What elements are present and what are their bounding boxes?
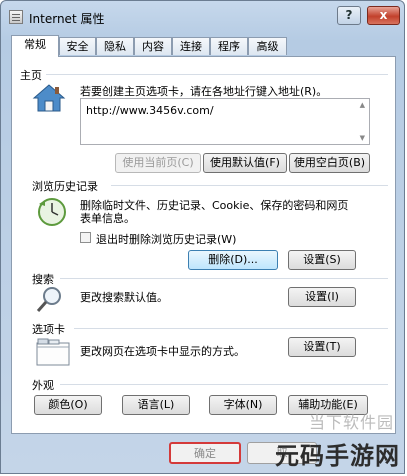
close-button[interactable]: x: [367, 6, 400, 25]
tab-privacy[interactable]: 隐私: [96, 37, 134, 55]
languages-button[interactable]: 语言(L): [122, 395, 190, 415]
search-magnifier-icon: [36, 287, 61, 312]
homepage-url-text: http://www.3456v.com/: [86, 104, 214, 117]
tab-connections[interactable]: 连接: [172, 37, 210, 55]
watermark-logo: 元码手游网: [275, 436, 400, 471]
search-description: 更改搜索默认值。: [80, 291, 168, 304]
tab-content[interactable]: 内容: [134, 37, 172, 55]
tabs-settings-button[interactable]: 设置(T): [288, 337, 356, 357]
watermark-big-text: 元码手游网: [275, 442, 400, 470]
use-default-button[interactable]: 使用默认值(F): [203, 153, 287, 173]
colors-button[interactable]: 颜色(O): [34, 395, 102, 415]
search-settings-button[interactable]: 设置(I): [288, 287, 356, 307]
use-current-button[interactable]: 使用当前页(C): [115, 153, 201, 173]
tabs-group-label: 选项卡: [32, 323, 65, 336]
properties-icon: [9, 10, 23, 24]
home-description: 若要创建主页选项卡，请在各地址行键入地址(R)。: [80, 85, 328, 98]
delete-history-button[interactable]: 删除(D)...: [188, 250, 278, 270]
appearance-separator: [60, 384, 388, 385]
tabs-window-icon: [36, 338, 70, 366]
homepage-url-field[interactable]: http://www.3456v.com/ ▲ ▼: [80, 98, 370, 145]
delete-history-on-exit-checkbox[interactable]: [80, 232, 91, 243]
tab-programs[interactable]: 程序: [210, 37, 248, 55]
delete-history-on-exit-label[interactable]: 退出时删除浏览历史记录(W): [96, 231, 236, 247]
tab-security[interactable]: 安全: [59, 37, 96, 55]
history-description-line2: 表单信息。: [80, 212, 135, 225]
appearance-group-label: 外观: [32, 379, 54, 392]
tab-advanced[interactable]: 高级: [248, 37, 287, 55]
home-group-label: 主页: [20, 69, 42, 82]
history-settings-button[interactable]: 设置(S): [288, 250, 356, 270]
history-group-label: 浏览历史记录: [32, 180, 98, 193]
scroll-up-icon[interactable]: ▲: [360, 101, 365, 109]
fonts-button[interactable]: 字体(N): [209, 395, 277, 415]
watermark-small: 当下软件园: [308, 413, 394, 432]
tab-general[interactable]: 常规: [11, 35, 59, 57]
help-button[interactable]: ?: [337, 6, 361, 25]
tabs-separator: [74, 328, 388, 329]
history-separator: [111, 185, 388, 186]
general-tab-panel: 主页 若要创建主页选项卡，请在各地址行键入地址(R)。 http://www.3…: [11, 56, 396, 434]
home-icon: [32, 84, 66, 112]
ok-button[interactable]: 确定: [169, 442, 241, 464]
scroll-down-icon[interactable]: ▼: [360, 134, 365, 142]
home-separator: [46, 74, 388, 75]
internet-properties-dialog: Internet 属性 ? x 常规 安全 隐私 内容 连接 程序 高级 主页 …: [0, 0, 405, 474]
title-bar[interactable]: Internet 属性 ? x: [1, 1, 404, 31]
search-separator: [60, 278, 388, 279]
use-blank-button[interactable]: 使用空白页(B): [289, 153, 370, 173]
history-clock-icon: [38, 198, 66, 226]
tabs-description: 更改网页在选项卡中显示的方式。: [80, 345, 245, 358]
window-title: Internet 属性: [29, 12, 105, 26]
